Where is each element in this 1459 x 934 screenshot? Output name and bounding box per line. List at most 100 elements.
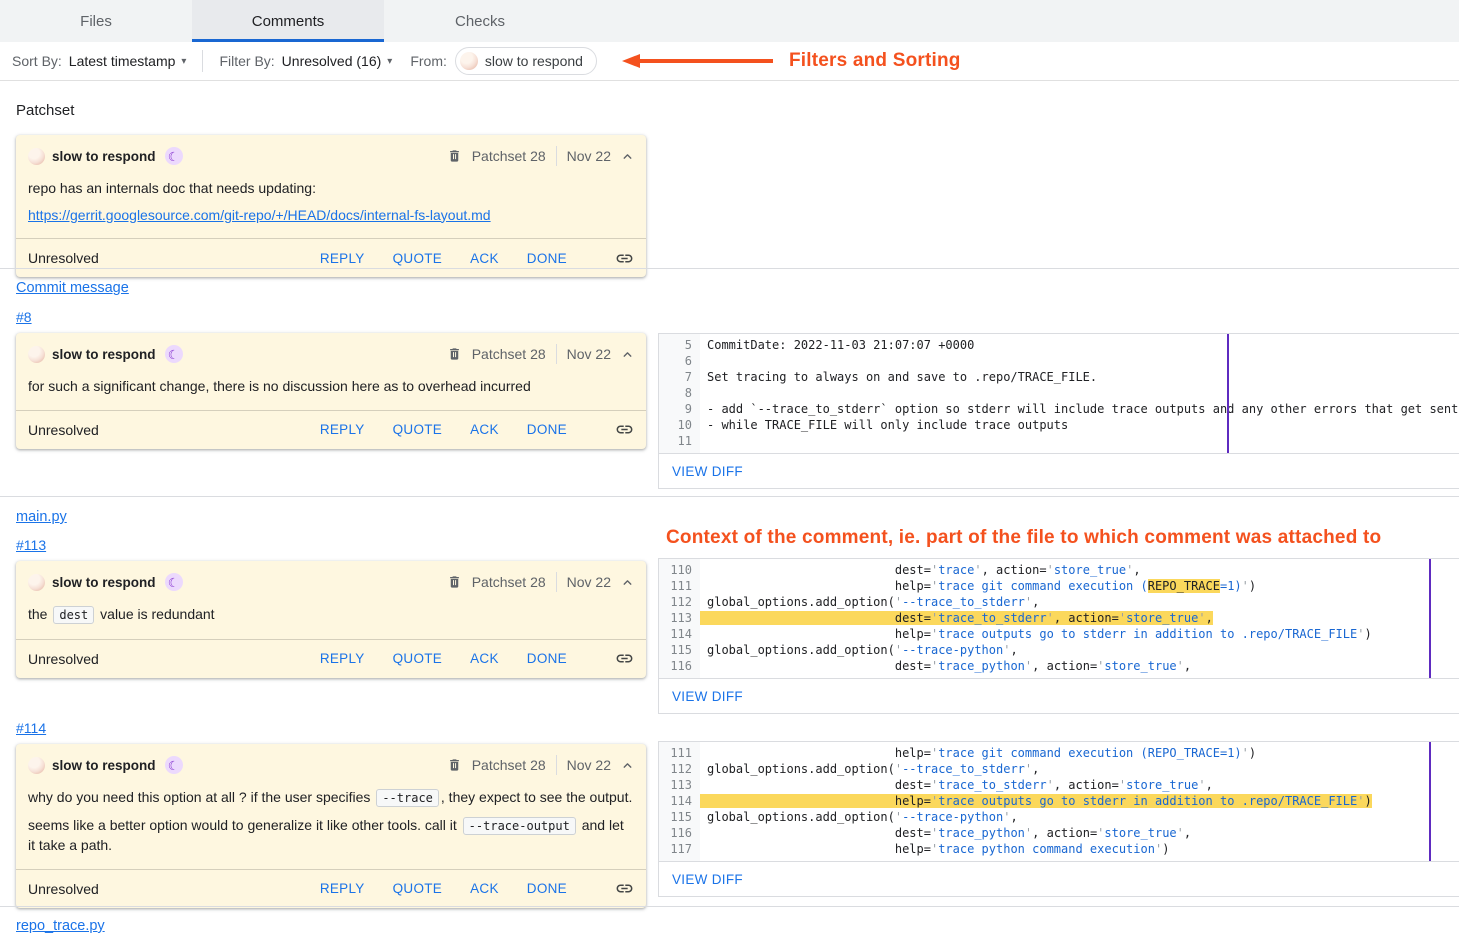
code-segment: , action=: [1032, 659, 1097, 673]
delete-comment-button[interactable]: [447, 148, 462, 164]
margin-line: [1227, 334, 1229, 453]
code-segment: store_true: [1104, 659, 1176, 673]
annotation-context: Context of the comment, ie. part of the …: [666, 527, 1381, 549]
delete-comment-button[interactable]: [447, 346, 462, 362]
chevron-up-icon: [621, 150, 634, 163]
patchset-label: Patchset 28: [472, 346, 546, 362]
from-author-chip[interactable]: slow to respond: [455, 47, 597, 75]
tab-comments[interactable]: Comments: [192, 0, 384, 42]
from-label: From:: [410, 53, 447, 69]
moon-status-icon: ☾: [165, 345, 183, 363]
view-diff-button[interactable]: VIEW DIFF: [659, 862, 1459, 896]
comment-text: for such a significant change, there is …: [28, 378, 531, 394]
ack-button[interactable]: ACK: [470, 422, 499, 437]
copy-link-button[interactable]: [615, 420, 634, 439]
delete-comment-button[interactable]: [447, 757, 462, 773]
comment-text: why do you need this option at all ? if …: [28, 789, 374, 805]
collapse-thread-button[interactable]: [621, 759, 634, 772]
code-segment: ': [1119, 778, 1126, 792]
code-segment: --trace-python: [902, 810, 1003, 824]
done-button[interactable]: DONE: [527, 881, 567, 896]
file-link-commit-message[interactable]: Commit message: [16, 280, 129, 296]
comment-link[interactable]: https://gerrit.googlesource.com/git-repo…: [28, 207, 491, 223]
filter-by-dropdown[interactable]: Unresolved (16) ▾: [282, 53, 393, 69]
file-link-main-py[interactable]: main.py: [16, 509, 67, 525]
collapse-thread-button[interactable]: [621, 348, 634, 361]
quote-button[interactable]: QUOTE: [393, 651, 443, 666]
line-number: 7: [659, 369, 700, 385]
tab-checks[interactable]: Checks: [384, 0, 576, 42]
line-number: 116: [659, 825, 700, 841]
ack-button[interactable]: ACK: [470, 881, 499, 896]
comment-body: the dest value is redundant: [16, 594, 646, 639]
sort-by-dropdown[interactable]: Latest timestamp ▾: [69, 53, 187, 69]
reply-button[interactable]: REPLY: [320, 422, 365, 437]
code-segment: global_options.add_option(: [707, 643, 895, 657]
code-segment: dest=: [707, 778, 931, 792]
tab-files[interactable]: Files: [0, 0, 192, 42]
code-context: 111 help='trace git command execution (R…: [659, 742, 1459, 862]
card-header: slow to respond☾Patchset 28Nov 22: [16, 561, 646, 594]
code-segment: ': [974, 563, 981, 577]
view-diff-button[interactable]: VIEW DIFF: [659, 679, 1459, 713]
done-button[interactable]: DONE: [527, 251, 567, 266]
copy-link-button[interactable]: [615, 249, 634, 268]
code-segment: ,: [1032, 595, 1039, 609]
meta-divider: [556, 344, 557, 364]
code-text: help='trace git command execution (REPO_…: [700, 578, 1256, 594]
reply-button[interactable]: REPLY: [320, 881, 365, 896]
copy-link-button[interactable]: [615, 879, 634, 898]
comment-text: , they expect to see the output.: [441, 789, 632, 805]
author-name: slow to respond: [52, 575, 156, 590]
inline-code-chip: --trace-output: [463, 817, 576, 835]
quote-button[interactable]: QUOTE: [393, 251, 443, 266]
card-footer: UnresolvedREPLYQUOTEACKDONE: [16, 869, 646, 908]
code-segment: ': [1198, 611, 1205, 625]
line-link[interactable]: #8: [16, 309, 32, 325]
trash-icon: [447, 574, 462, 590]
code-segment: ,: [1032, 762, 1039, 776]
code-segment: global_options.add_option(: [707, 762, 895, 776]
reply-button[interactable]: REPLY: [320, 251, 365, 266]
comment-card: slow to respond☾Patchset 28Nov 22repo ha…: [16, 135, 646, 277]
code-segment: trace_python: [938, 659, 1025, 673]
filter-by-label: Filter By:: [219, 53, 274, 69]
link-icon: [615, 649, 634, 668]
line-number: 111: [659, 578, 700, 594]
code-segment: ': [1119, 611, 1126, 625]
author-name: slow to respond: [52, 758, 156, 773]
code-text: - while TRACE_FILE will only include tra…: [700, 417, 1068, 433]
line-number: 5: [659, 337, 700, 353]
file-link-repo-trace-py[interactable]: repo_trace.py: [16, 918, 105, 934]
code-segment: help=: [707, 579, 931, 593]
collapse-thread-button[interactable]: [621, 576, 634, 589]
code-segment: trace_python: [938, 826, 1025, 840]
author-name: slow to respond: [52, 347, 156, 362]
view-diff-button[interactable]: VIEW DIFF: [659, 454, 1459, 488]
caret-down-icon: ▾: [387, 56, 392, 67]
done-button[interactable]: DONE: [527, 651, 567, 666]
line-link[interactable]: #113: [16, 537, 46, 553]
copy-link-button[interactable]: [615, 649, 634, 668]
code-segment: ,: [1184, 659, 1191, 673]
collapse-thread-button[interactable]: [621, 150, 634, 163]
code-text: [700, 385, 707, 401]
line-link[interactable]: #114: [16, 720, 46, 736]
comment-date: Nov 22: [567, 346, 611, 362]
comment-card: slow to respond☾Patchset 28Nov 22why do …: [16, 744, 646, 908]
comment-actions: REPLY QUOTE ACK DONE: [320, 649, 634, 668]
delete-comment-button[interactable]: [447, 574, 462, 590]
ack-button[interactable]: ACK: [470, 251, 499, 266]
done-button[interactable]: DONE: [527, 422, 567, 437]
ack-button[interactable]: ACK: [470, 651, 499, 666]
reply-button[interactable]: REPLY: [320, 651, 365, 666]
quote-button[interactable]: QUOTE: [393, 881, 443, 896]
code-segment: dest=: [707, 659, 931, 673]
quote-button[interactable]: QUOTE: [393, 422, 443, 437]
code-segment: ): [1162, 842, 1169, 856]
card-footer: UnresolvedREPLYQUOTEACKDONE: [16, 410, 646, 449]
code-segment: store_true: [1126, 778, 1198, 792]
code-segment: trace git command execution (REPO_TRACE=…: [938, 746, 1241, 760]
moon-status-icon: ☾: [165, 147, 183, 165]
inline-code-chip: dest: [53, 606, 94, 624]
